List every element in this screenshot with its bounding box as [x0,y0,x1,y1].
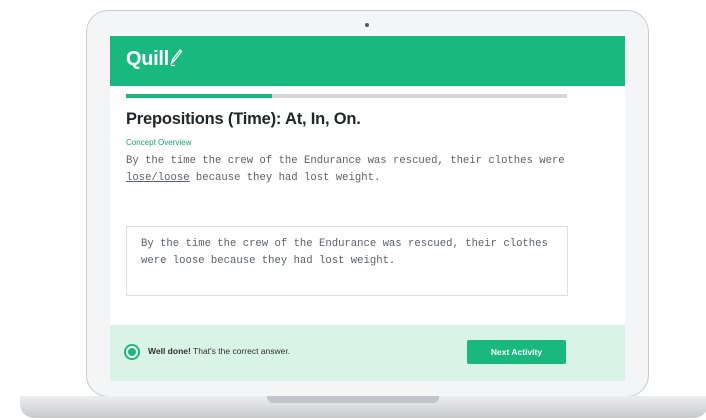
check-circle-dot [128,348,136,356]
prompt-choice: lose/loose [126,171,190,184]
page-title: Prepositions (Time): At, In, On. [126,110,361,128]
camera-icon [365,23,369,27]
pen-icon [170,49,183,73]
feedback-bar: Well done! That's the correct answer. Ne… [110,325,625,381]
feedback-detail: That's the correct answer. [190,346,291,356]
app-screen: Quill Prepositions (Time): At, In, On. C… [110,36,625,381]
app-logo-text: Quill [126,48,169,70]
prompt-sentence: By the time the crew of the Endurance wa… [126,153,576,186]
app-header: Quill [110,36,625,86]
progress-fill [126,94,272,98]
feedback-message: Well done! That's the correct answer. [148,346,290,356]
next-activity-button[interactable]: Next Activity [467,340,566,364]
prompt-text-after: because they had lost weight. [189,171,381,184]
concept-overview-link[interactable]: Concept Overview [126,138,191,147]
answer-text: By the time the crew of the Endurance wa… [141,238,548,267]
feedback-strong: Well done! [148,346,191,356]
laptop-notch [267,396,439,403]
prompt-text-before: By the time the crew of the Endurance wa… [126,155,565,167]
answer-input[interactable]: By the time the crew of the Endurance wa… [126,226,568,296]
app-logo[interactable]: Quill [126,48,183,73]
progress-bar [126,94,567,98]
check-circle-icon [124,344,140,360]
